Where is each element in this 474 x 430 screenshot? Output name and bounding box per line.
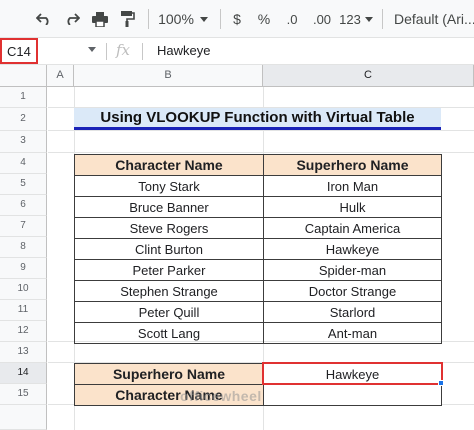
column-header-c[interactable]: C — [263, 65, 474, 87]
undo-icon[interactable] — [34, 8, 54, 30]
active-cell-outline — [262, 362, 443, 385]
table-cell[interactable]: Captain America — [263, 217, 442, 239]
name-box[interactable]: C14 — [0, 38, 38, 64]
table-cell[interactable]: Peter Quill — [74, 301, 264, 323]
toolbar: 100% $ % .0 .00 123 Default (Ari... — [0, 0, 474, 38]
table-cell[interactable]: Stephen Strange — [74, 280, 264, 302]
percent-label: % — [257, 11, 271, 27]
sheet-title[interactable]: Using VLOOKUP Function with Virtual Tabl… — [74, 108, 441, 130]
row-header[interactable]: 4 — [0, 153, 47, 174]
formula-input[interactable]: Hawkeye — [157, 43, 210, 58]
more-formats-button[interactable]: 123 — [338, 8, 374, 30]
table-row: Tony Stark Iron Man — [74, 175, 442, 197]
table-cell[interactable]: Ant-man — [263, 322, 442, 344]
chevron-down-icon — [199, 16, 208, 22]
table-cell[interactable]: Spider-man — [263, 259, 442, 281]
formula-bar: C14 fx Hawkeye — [0, 38, 474, 65]
font-label: Default (Ari... — [394, 11, 474, 27]
table-cell[interactable]: Hulk — [263, 196, 442, 218]
table-header-row: Character Name Superhero Name — [74, 154, 442, 176]
row-header[interactable]: 11 — [0, 300, 47, 321]
select-all-corner[interactable] — [0, 65, 47, 87]
currency-label: $ — [233, 11, 241, 27]
row-header[interactable]: 9 — [0, 258, 47, 279]
table-cell[interactable]: Clint Burton — [74, 238, 264, 260]
table-cell[interactable]: Iron Man — [263, 175, 442, 197]
currency-format-button[interactable]: $ — [230, 8, 244, 30]
paint-format-icon[interactable] — [118, 8, 138, 30]
table-row: Peter Parker Spider-man — [74, 259, 442, 281]
table-cell[interactable]: Scott Lang — [74, 322, 264, 344]
more-formats-label: 123 — [339, 11, 361, 27]
table-row: Bruce Banner Hulk — [74, 196, 442, 218]
decrease-decimal-label: .0 — [286, 11, 298, 27]
row-header[interactable]: 14 — [0, 363, 47, 384]
table-header-cell[interactable]: Character Name — [74, 154, 264, 176]
table-cell[interactable]: Doctor Strange — [263, 280, 442, 302]
increase-decimal-button[interactable]: .00 — [310, 8, 334, 30]
table-cell[interactable]: Peter Parker — [74, 259, 264, 281]
table-row: Clint Burton Hawkeye — [74, 238, 442, 260]
table-cell[interactable]: Steve Rogers — [74, 217, 264, 239]
increase-decimal-label: .00 — [312, 11, 332, 27]
table-cell[interactable]: Starlord — [263, 301, 442, 323]
font-select[interactable]: Default (Ari... — [394, 8, 474, 30]
row-header[interactable]: 13 — [0, 342, 47, 363]
row-header[interactable]: 1 — [0, 87, 47, 108]
chevron-down-icon[interactable] — [88, 47, 96, 52]
row-header[interactable]: 7 — [0, 216, 47, 237]
row-header[interactable]: 10 — [0, 279, 47, 300]
print-icon[interactable] — [90, 8, 110, 30]
row-header[interactable]: 5 — [0, 174, 47, 195]
column-header-b[interactable]: B — [74, 65, 263, 87]
row-header[interactable]: 6 — [0, 195, 47, 216]
chevron-down-icon — [364, 16, 373, 22]
row-header[interactable]: 15 — [0, 384, 47, 405]
table-cell[interactable]: Bruce Banner — [74, 196, 264, 218]
column-header-a[interactable]: A — [47, 65, 74, 87]
redo-icon[interactable] — [62, 8, 82, 30]
fx-icon: fx — [116, 41, 131, 59]
fill-handle[interactable] — [438, 380, 444, 386]
row-header[interactable]: 2 — [0, 108, 47, 131]
table-cell[interactable]: Hawkeye — [263, 238, 442, 260]
character-name-value[interactable] — [263, 384, 442, 406]
table-row: Scott Lang Ant-man — [74, 322, 442, 344]
table-header-cell[interactable]: Superhero Name — [263, 154, 442, 176]
watermark-logo: officewheel — [180, 388, 262, 404]
row-header[interactable] — [0, 405, 47, 430]
percent-format-button[interactable]: % — [256, 8, 272, 30]
zoom-select[interactable]: 100% — [158, 8, 208, 30]
table-row: Stephen Strange Doctor Strange — [74, 280, 442, 302]
table-row: Peter Quill Starlord — [74, 301, 442, 323]
row-header[interactable]: 12 — [0, 321, 47, 342]
character-table: Character Name Superhero Name Tony Stark… — [74, 154, 442, 344]
row-header[interactable]: 8 — [0, 237, 47, 258]
superhero-name-label[interactable]: Superhero Name — [74, 363, 264, 385]
table-cell[interactable]: Tony Stark — [74, 175, 264, 197]
table-row: Steve Rogers Captain America — [74, 217, 442, 239]
row-header[interactable]: 3 — [0, 131, 47, 153]
decrease-decimal-button[interactable]: .0 — [282, 8, 302, 30]
zoom-value: 100% — [158, 11, 194, 27]
